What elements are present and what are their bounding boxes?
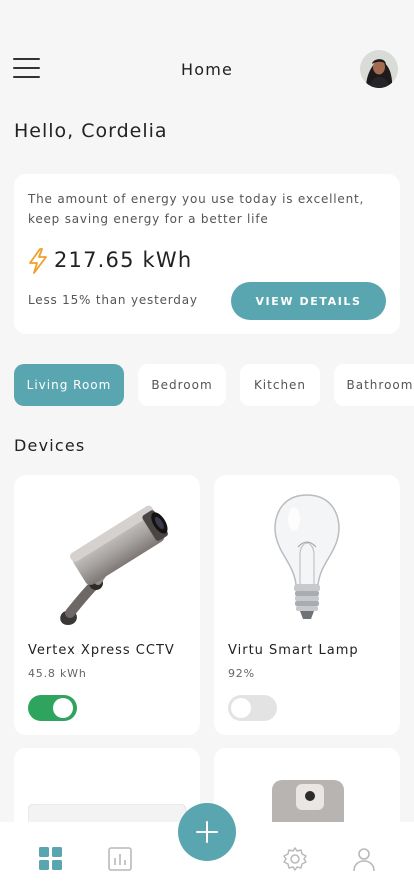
greeting: Hello, Cordelia — [14, 120, 168, 142]
device-name: Virtu Smart Lamp — [228, 643, 359, 658]
toggle-knob — [53, 698, 73, 718]
stats-chart-icon[interactable] — [107, 846, 133, 872]
room-chip-kitchen[interactable]: Kitchen — [240, 364, 320, 406]
energy-message: The amount of energy you use today is ex… — [28, 192, 365, 226]
device-name: Vertex Xpress CCTV — [28, 643, 175, 658]
add-device-button[interactable] — [178, 803, 236, 861]
energy-comparison: Less 15% than yesterday — [28, 293, 198, 307]
page-title: Home — [180, 60, 234, 79]
device-usage: 92% — [228, 667, 255, 680]
device-power-toggle[interactable] — [28, 695, 77, 721]
light-bulb-icon — [214, 485, 400, 631]
room-chip-bedroom[interactable]: Bedroom — [138, 364, 226, 406]
lightning-bolt-icon — [26, 247, 50, 275]
room-chip-bathroom[interactable]: Bathroom — [334, 364, 414, 406]
toggle-knob — [231, 698, 251, 718]
device-power-toggle[interactable] — [228, 695, 277, 721]
dashboard-grid-icon[interactable] — [38, 846, 64, 872]
devices-heading: Devices — [14, 436, 86, 455]
energy-summary-card: The amount of energy you use today is ex… — [14, 174, 400, 334]
energy-value: 217.65 kWh — [54, 248, 193, 272]
settings-gear-icon[interactable] — [282, 846, 308, 872]
room-chip-living-room[interactable]: Living Room — [14, 364, 124, 406]
view-details-button[interactable]: VIEW DETAILS — [231, 282, 386, 320]
device-card-cctv[interactable]: Vertex Xpress CCTV 45.8 kWh — [14, 475, 200, 735]
profile-user-icon[interactable] — [351, 846, 377, 872]
top-bar: Home — [0, 44, 414, 94]
device-card-lamp[interactable]: Virtu Smart Lamp 92% — [214, 475, 400, 735]
device-usage: 45.8 kWh — [28, 667, 87, 680]
user-avatar[interactable] — [360, 50, 398, 88]
cctv-camera-icon — [14, 485, 200, 631]
